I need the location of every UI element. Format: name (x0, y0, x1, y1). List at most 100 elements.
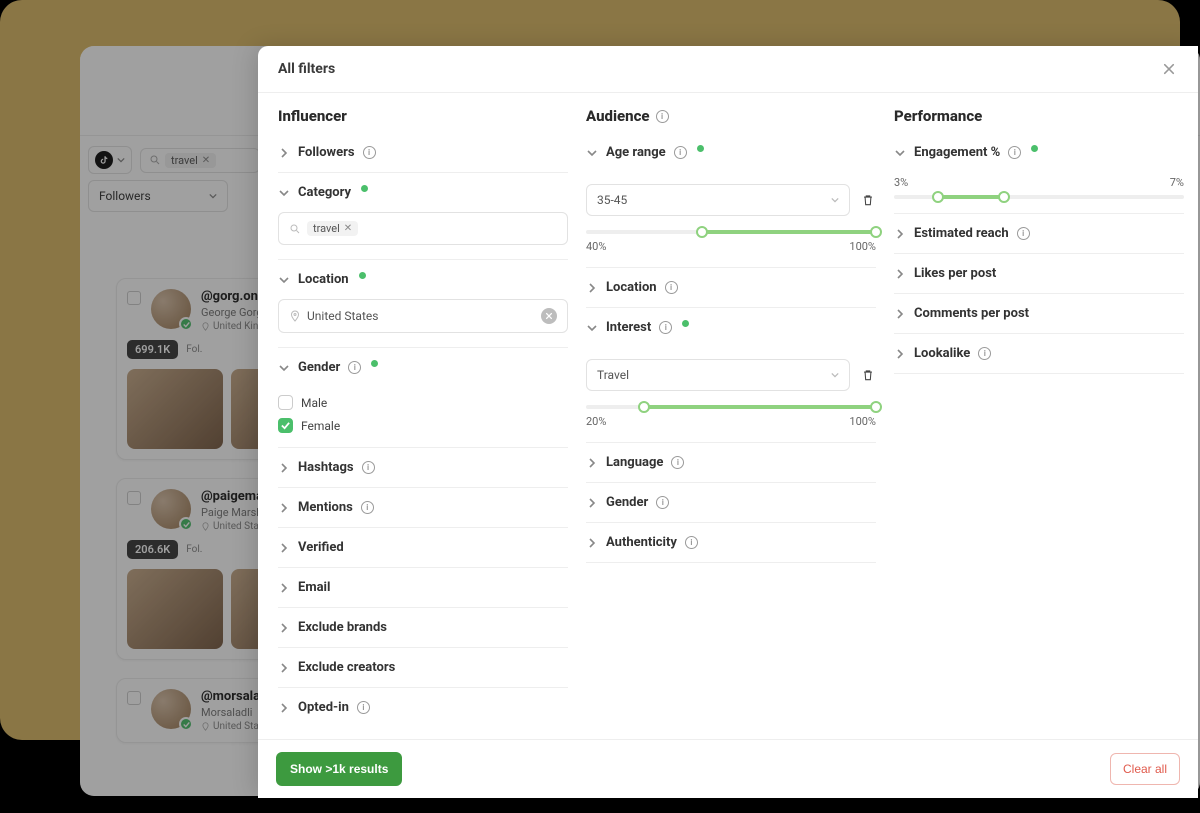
info-icon[interactable]: i (362, 461, 375, 474)
filter-engagement-header[interactable]: Engagement % i (894, 133, 1184, 172)
info-icon[interactable]: i (978, 347, 991, 360)
filter-location-header[interactable]: Location (278, 260, 568, 299)
chevron-down-icon (894, 147, 906, 159)
category-tag-chip[interactable]: travel ✕ (307, 221, 358, 236)
checkbox[interactable] (278, 395, 293, 410)
chevron-right-icon (894, 348, 906, 360)
clear-location-button[interactable] (541, 308, 557, 324)
close-icon (1163, 63, 1175, 75)
interest-select[interactable]: Travel (586, 359, 850, 391)
filter-label: Email (298, 580, 330, 595)
filter-category-header[interactable]: Category (278, 173, 568, 212)
location-value: United States (307, 309, 378, 323)
close-icon[interactable]: ✕ (344, 223, 352, 234)
filter-audience-gender[interactable]: Gender i (586, 483, 876, 523)
filter-label: Followers (298, 145, 355, 160)
chevron-right-icon (586, 282, 598, 294)
interest-range-slider[interactable]: 20% 100% (586, 405, 876, 428)
filter-likes[interactable]: Likes per post (894, 254, 1184, 294)
modal-title: All filters (278, 61, 335, 77)
category-input[interactable]: travel ✕ (278, 212, 568, 245)
filter-exclude-brands[interactable]: Exclude brands (278, 608, 568, 648)
filter-estimated-reach[interactable]: Estimated reach i (894, 214, 1184, 254)
location-input[interactable]: United States (278, 299, 568, 333)
checkbox[interactable] (278, 418, 293, 433)
column-audience: Audience i Age range i 35-45 (586, 107, 876, 727)
all-filters-modal: All filters Influencer Followers i Categ… (258, 46, 1198, 798)
engagement-range-slider[interactable] (894, 195, 1184, 199)
chevron-right-icon (278, 147, 290, 159)
filter-email[interactable]: Email (278, 568, 568, 608)
info-icon[interactable]: i (1008, 146, 1021, 159)
delete-interest-button[interactable] (860, 367, 876, 383)
active-indicator (697, 145, 704, 152)
filter-opted-in[interactable]: Opted-in i (278, 688, 568, 727)
filter-language[interactable]: Language i (586, 443, 876, 483)
select-value: 35-45 (597, 193, 627, 207)
show-results-button[interactable]: Show >1k results (276, 752, 402, 786)
filter-label: Gender (298, 360, 340, 375)
age-range-slider[interactable]: 40% 100% (586, 230, 876, 253)
chevron-right-icon (894, 228, 906, 240)
filter-hashtags[interactable]: Hashtags i (278, 448, 568, 488)
chevron-right-icon (586, 537, 598, 549)
gender-female-option[interactable]: Female (278, 418, 568, 433)
info-icon[interactable]: i (659, 321, 672, 334)
chevron-right-icon (894, 308, 906, 320)
gender-male-option[interactable]: Male (278, 395, 568, 410)
chip-label: travel (313, 222, 340, 235)
info-icon[interactable]: i (665, 281, 678, 294)
chevron-down-icon (586, 322, 598, 334)
active-indicator (361, 185, 368, 192)
filter-location-body: United States (278, 299, 568, 348)
active-indicator (1031, 145, 1038, 152)
filter-label: Likes per post (914, 266, 996, 281)
filter-label: Verified (298, 540, 344, 555)
info-icon[interactable]: i (671, 456, 684, 469)
checkbox-label: Male (301, 396, 327, 410)
close-modal-button[interactable] (1160, 60, 1178, 78)
filter-age-range-header[interactable]: Age range i (586, 133, 876, 172)
info-icon[interactable]: i (363, 146, 376, 159)
delete-age-button[interactable] (860, 192, 876, 208)
filter-mentions[interactable]: Mentions i (278, 488, 568, 528)
chevron-right-icon (278, 662, 290, 674)
filter-authenticity[interactable]: Authenticity i (586, 523, 876, 563)
column-title-influencer: Influencer (278, 107, 568, 125)
trash-icon (861, 368, 875, 382)
close-icon (545, 312, 553, 320)
filter-exclude-creators[interactable]: Exclude creators (278, 648, 568, 688)
info-icon[interactable]: i (656, 496, 669, 509)
filter-label: Comments per post (914, 306, 1029, 321)
age-range-select[interactable]: 35-45 (586, 184, 850, 216)
filter-gender-header[interactable]: Gender i (278, 348, 568, 387)
info-icon[interactable]: i (656, 110, 669, 123)
filter-verified[interactable]: Verified (278, 528, 568, 568)
pin-icon (289, 310, 301, 322)
trash-icon (861, 193, 875, 207)
range-high: 100% (849, 240, 876, 253)
filter-label: Language (606, 455, 663, 470)
info-icon[interactable]: i (674, 146, 687, 159)
filter-label: Interest (606, 320, 651, 335)
filter-label: Age range (606, 145, 666, 160)
column-performance: Performance Engagement % i 3% 7% (894, 107, 1184, 727)
info-icon[interactable]: i (1017, 227, 1030, 240)
info-icon[interactable]: i (348, 361, 361, 374)
active-indicator (682, 320, 689, 327)
filter-audience-location[interactable]: Location i (586, 268, 876, 308)
filter-gender-body: Male Female (278, 387, 568, 448)
info-icon[interactable]: i (361, 501, 374, 514)
filter-comments[interactable]: Comments per post (894, 294, 1184, 334)
clear-all-button[interactable]: Clear all (1110, 753, 1180, 785)
filter-interest-header[interactable]: Interest i (586, 308, 876, 347)
range-low: 3% (894, 176, 908, 189)
active-indicator (371, 360, 378, 367)
info-icon[interactable]: i (357, 701, 370, 714)
filter-lookalike[interactable]: Lookalike i (894, 334, 1184, 374)
info-icon[interactable]: i (685, 536, 698, 549)
filter-age-body: 35-45 40% 100% (586, 172, 876, 268)
chevron-down-icon (831, 371, 839, 379)
filter-label: Exclude creators (298, 660, 395, 675)
filter-followers[interactable]: Followers i (278, 133, 568, 173)
